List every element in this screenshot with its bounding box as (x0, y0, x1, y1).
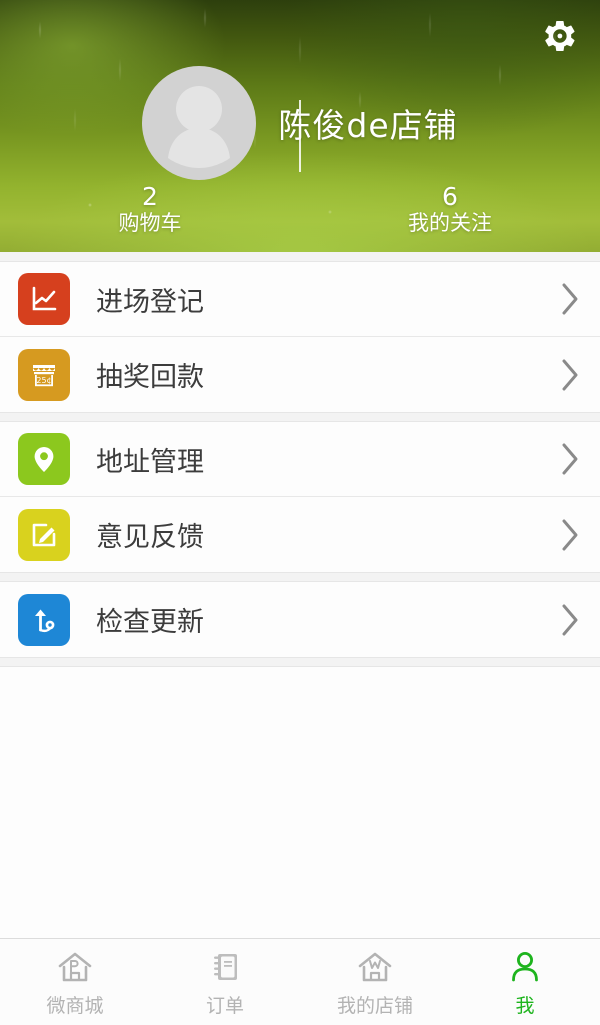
svg-text:25¢: 25¢ (36, 376, 51, 385)
home-w-icon (356, 947, 394, 987)
menu-item-label: 抽奖回款 (96, 362, 204, 393)
avatar[interactable] (142, 66, 257, 180)
chevron-right-icon (562, 283, 578, 315)
notebook-icon (208, 947, 242, 987)
tab-me[interactable]: 我 (450, 939, 600, 1025)
menu-item-check-update[interactable]: 检查更新 (0, 582, 600, 657)
menu-item-entry-registration[interactable]: 进场登记 (0, 262, 600, 337)
chevron-right-icon (562, 604, 578, 635)
line-chart-icon (18, 273, 70, 325)
menu-item-label: 意见反馈 (96, 522, 204, 553)
tab-label: 我 (515, 994, 535, 1017)
chevron-right-icon (562, 443, 578, 475)
menu-item-lottery-refund[interactable]: 25¢ 抽奖回款 (0, 337, 600, 412)
stat-shopping-cart[interactable]: 2 购物车 (0, 172, 300, 248)
menu-item-label: 进场登记 (96, 286, 204, 318)
settings-button[interactable] (538, 14, 582, 58)
stat-value: 2 (142, 182, 158, 212)
gear-icon (545, 21, 575, 52)
stats-row: 2 购物车 6 我的关注 (0, 100, 600, 248)
update-arrow-icon (18, 593, 70, 646)
home-p-icon (56, 947, 94, 987)
stat-label: 购物车 (118, 211, 182, 236)
menu-group-2: 地址管理 意见反馈 (0, 422, 600, 572)
menu-group-1: 进场登记 25¢ 抽奖回款 (0, 262, 600, 412)
tab-micro-mall[interactable]: 微商城 (0, 939, 150, 1025)
menu-item-label: 地址管理 (96, 446, 204, 478)
profile-header: 陈俊de店铺 2 购物车 6 我的关注 (0, 0, 600, 252)
section-gap (0, 252, 600, 262)
chevron-right-icon (562, 519, 578, 550)
stat-value: 6 (442, 182, 458, 212)
menu-item-address-management[interactable]: 地址管理 (0, 422, 600, 497)
tab-orders[interactable]: 订单 (150, 939, 300, 1025)
person-icon (508, 947, 542, 987)
tab-label: 微商城 (46, 994, 104, 1017)
tab-label: 订单 (205, 994, 244, 1017)
chevron-right-icon (562, 359, 578, 390)
section-gap (0, 572, 600, 582)
menu-group-3: 检查更新 (0, 582, 600, 657)
shop-stall-icon: 25¢ (18, 348, 70, 401)
bottom-tab-bar: 微商城 订单 我的店铺 我 (0, 938, 600, 1025)
section-gap (0, 412, 600, 422)
shop-name: 陈俊de店铺 (278, 106, 458, 145)
menu-scroll-area: 进场登记 25¢ 抽奖回款 地址管理 意见反馈 检查更新 (0, 252, 600, 1025)
map-pin-icon (18, 433, 70, 485)
stat-label: 我的关注 (408, 211, 492, 236)
menu-item-feedback[interactable]: 意见反馈 (0, 497, 600, 572)
menu-item-label: 检查更新 (96, 607, 204, 638)
stats-divider (299, 100, 301, 172)
tab-my-shop[interactable]: 我的店铺 (300, 939, 450, 1025)
tab-label: 我的店铺 (336, 994, 413, 1017)
section-gap (0, 657, 600, 667)
edit-pencil-icon (18, 508, 70, 561)
stat-my-follows[interactable]: 6 我的关注 (300, 172, 600, 248)
app-screen: 陈俊de店铺 2 购物车 6 我的关注 进场登记 25¢ 抽奖回款 地址管理 意… (0, 0, 600, 1025)
default-user-avatar-icon (168, 86, 231, 168)
